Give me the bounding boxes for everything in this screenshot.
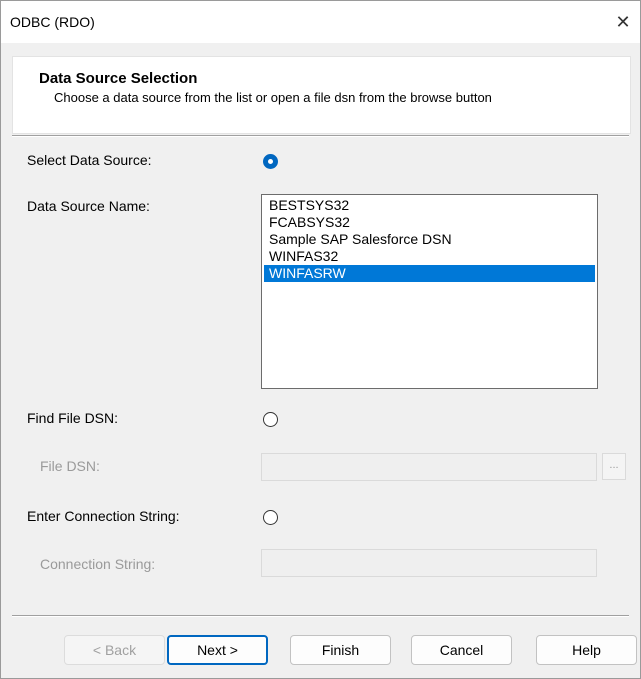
enter-connection-string-radio[interactable] — [263, 510, 278, 525]
next-button[interactable]: Next > — [167, 635, 268, 665]
data-source-item[interactable]: BESTSYS32 — [264, 197, 595, 214]
enter-connection-string-label: Enter Connection String: — [27, 508, 180, 524]
back-button[interactable]: < Back — [64, 635, 165, 665]
header-description: Choose a data source from the list or op… — [54, 90, 492, 105]
connection-string-field[interactable] — [261, 549, 597, 577]
header-panel: Data Source Selection Choose a data sour… — [12, 56, 631, 134]
find-file-dsn-label: Find File DSN: — [27, 410, 119, 426]
data-source-item[interactable]: WINFAS32 — [264, 248, 595, 265]
file-dsn-label: File DSN: — [40, 458, 100, 474]
odbc-dialog: ODBC (RDO) ✕ Data Source Selection Choos… — [0, 0, 641, 679]
select-data-source-label: Select Data Source: — [27, 152, 152, 168]
finish-button[interactable]: Finish — [290, 635, 391, 665]
footer-divider — [12, 615, 629, 617]
close-icon[interactable]: ✕ — [606, 1, 640, 43]
data-source-item[interactable]: WINFASRW — [264, 265, 595, 282]
data-source-item[interactable]: FCABSYS32 — [264, 214, 595, 231]
cancel-button[interactable]: Cancel — [411, 635, 512, 665]
browse-button[interactable]: ... — [602, 453, 626, 480]
title-bar: ODBC (RDO) ✕ — [1, 1, 640, 43]
data-source-listbox[interactable]: BESTSYS32 FCABSYS32 Sample SAP Salesforce … — [261, 194, 598, 389]
data-source-item[interactable]: Sample SAP Salesforce DSN — [264, 231, 595, 248]
header-divider — [12, 135, 629, 137]
connection-string-label: Connection String: — [40, 556, 156, 572]
file-dsn-field[interactable] — [261, 453, 597, 481]
select-data-source-radio[interactable] — [263, 154, 278, 169]
help-button[interactable]: Help — [536, 635, 637, 665]
data-source-name-label: Data Source Name: — [27, 198, 150, 214]
find-file-dsn-radio[interactable] — [263, 412, 278, 427]
window-title: ODBC (RDO) — [10, 14, 95, 30]
header-title: Data Source Selection — [39, 70, 198, 87]
